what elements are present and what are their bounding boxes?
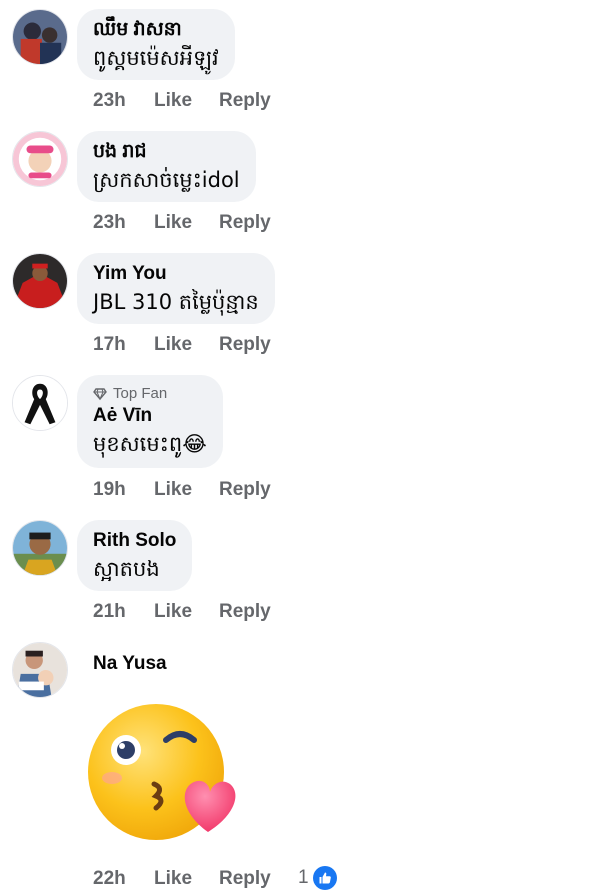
badge-label: Top Fan [113, 385, 168, 402]
timestamp[interactable]: 22h [93, 868, 154, 890]
comment-author[interactable]: ឈឹម វាសនា [93, 19, 219, 41]
reply-button[interactable]: Reply [219, 868, 271, 890]
comment-actions: 23h Like Reply [93, 90, 271, 112]
thumbs-up-icon [312, 866, 337, 890]
like-button[interactable]: Like [154, 601, 219, 623]
like-button[interactable]: Like [154, 90, 219, 112]
comment-author[interactable]: Aė Vīn [93, 405, 207, 427]
avatar[interactable] [12, 642, 68, 698]
comment-author[interactable]: Rith Solo [93, 530, 176, 552]
like-button[interactable]: Like [154, 479, 219, 501]
reaction-count: 1 [298, 867, 309, 888]
avatar[interactable] [12, 375, 68, 431]
comment-actions: 23h Like Reply [93, 212, 271, 234]
reply-button[interactable]: Reply [219, 90, 271, 112]
timestamp[interactable]: 19h [93, 479, 154, 501]
reply-button[interactable]: Reply [219, 212, 271, 234]
avatar[interactable] [12, 9, 68, 65]
comment-author[interactable]: Na Yusa [93, 653, 167, 675]
like-button[interactable]: Like [154, 868, 219, 890]
comment-bubble: Top Fan Aė Vīn មុខសមេះពូ😂 [77, 375, 223, 468]
reply-button[interactable]: Reply [219, 334, 271, 356]
comment-text: JBL 310 តម្លៃប៉ុន្មាន [93, 290, 259, 314]
reply-button[interactable]: Reply [219, 479, 271, 501]
comment-actions: 22h Like Reply [93, 868, 271, 890]
comment-bubble: Rith Solo ស្អាតបង [77, 520, 193, 591]
comment-bubble: បង រាជ ស្រកសាច់ម្លេះidol [77, 131, 256, 202]
comment-text: ស្អាតបង [93, 557, 160, 581]
avatar[interactable] [12, 520, 68, 576]
comment-author[interactable]: បង រាជ [93, 141, 240, 163]
comment-text: ស្រកសាច់ម្លេះidol [93, 168, 240, 192]
kissing-face-sticker [88, 704, 236, 840]
reply-button[interactable]: Reply [219, 601, 271, 623]
comment-actions: 21h Like Reply [93, 601, 271, 623]
like-button[interactable]: Like [154, 212, 219, 234]
diamond-icon [93, 388, 107, 401]
comment-actions: 19h Like Reply [93, 479, 271, 501]
like-button[interactable]: Like [154, 334, 219, 356]
comment-bubble: Yim You JBL 310 តម្លៃប៉ុន្មាន [77, 253, 275, 324]
avatar[interactable] [12, 253, 68, 309]
timestamp[interactable]: 23h [93, 90, 154, 112]
avatar[interactable] [12, 131, 68, 187]
timestamp[interactable]: 17h [93, 334, 154, 356]
comment-bubble: ឈឹម វាសនា ពូស្គមម៉េសអីឡូវ [77, 9, 235, 80]
comment-text: ពូស្គមម៉េសអីឡូវ [93, 46, 219, 70]
comment-text: មុខសមេះពូ😂 [93, 432, 207, 456]
timestamp[interactable]: 21h [93, 601, 154, 623]
comment-author[interactable]: Yim You [93, 263, 259, 285]
timestamp[interactable]: 23h [93, 212, 154, 234]
reaction-summary[interactable]: 1 [298, 866, 337, 890]
top-fan-badge: Top Fan [93, 385, 207, 403]
comment-actions: 17h Like Reply [93, 334, 271, 356]
